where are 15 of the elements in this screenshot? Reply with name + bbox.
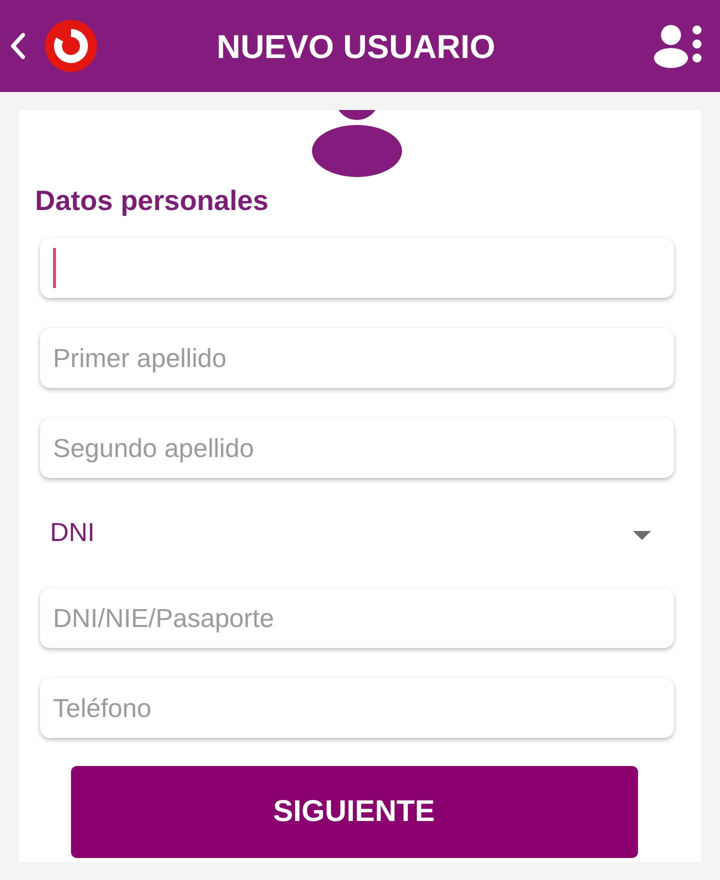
input-field[interactable]	[40, 238, 674, 298]
input-field[interactable]: Segundo apellido	[40, 418, 674, 478]
user-menu-icon[interactable]	[654, 24, 702, 68]
back-icon[interactable]	[10, 32, 26, 60]
input-field[interactable]: Teléfono	[40, 678, 674, 738]
next-button[interactable]: SIGUIENTE	[70, 766, 638, 858]
input-field[interactable]: DNI/NIE/Pasaporte	[40, 588, 674, 648]
avatar-icon	[312, 110, 402, 177]
input-field[interactable]: Primer apellido	[40, 328, 674, 388]
caret-icon[interactable]	[633, 530, 651, 540]
logo-icon	[45, 20, 97, 72]
text-cursor	[53, 248, 56, 288]
page-title: NUEVO USUARIO	[216, 27, 496, 66]
dropdown[interactable]: DNI	[50, 516, 95, 548]
section-heading: Datos personales	[35, 184, 270, 218]
